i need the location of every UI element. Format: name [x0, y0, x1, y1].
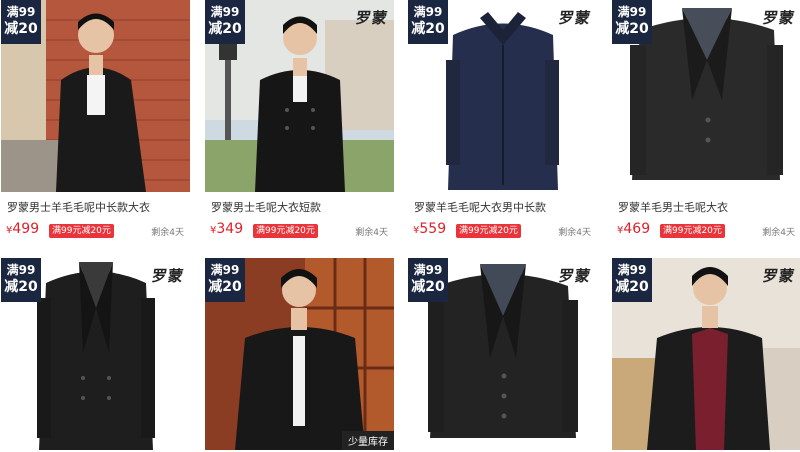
discount-badge: 满99 减20	[1, 0, 41, 44]
product-price: ¥499	[6, 221, 40, 237]
discount-badge: 满99 减20	[205, 0, 245, 44]
product-title[interactable]: 罗蒙羊毛男士毛呢大衣	[618, 199, 728, 215]
discount-badge: 满99 减20	[205, 258, 245, 302]
product-image[interactable]: 满99 减20	[1, 0, 190, 192]
product-image[interactable]: 满99 减20 罗蒙	[1, 258, 190, 450]
time-remaining: 剩余4天	[355, 228, 388, 238]
brand-logo: 罗蒙	[557, 267, 593, 285]
low-stock-label: 少量库存	[342, 431, 394, 450]
product-title[interactable]: 罗蒙男士羊毛毛呢中长款大衣	[7, 199, 150, 215]
discount-badge: 满99 减20	[612, 258, 652, 302]
promo-tag: 满99元减20元	[456, 224, 521, 238]
time-remaining: 剩余4天	[762, 228, 795, 238]
promo-tag: 满99元减20元	[660, 224, 725, 238]
product-title[interactable]: 罗蒙羊毛毛呢大衣男中长款	[414, 199, 546, 215]
promo-tag: 满99元减20元	[253, 224, 318, 238]
time-remaining: 剩余4天	[558, 228, 591, 238]
product-title[interactable]: 罗蒙男士毛呢大衣短款	[211, 199, 321, 215]
brand-logo: 罗蒙	[150, 267, 186, 285]
product-price: ¥349	[210, 221, 244, 237]
discount-badge: 满99 减20	[612, 0, 652, 44]
product-image[interactable]: 满99 减20 罗蒙	[612, 0, 800, 192]
brand-logo: 罗蒙	[761, 267, 797, 285]
product-price: ¥469	[617, 221, 651, 237]
product-price: ¥559	[413, 221, 447, 237]
product-image[interactable]: 满99 减20 少量库存	[205, 258, 394, 450]
time-remaining: 剩余4天	[151, 228, 184, 238]
brand-logo: 罗蒙	[761, 9, 797, 27]
discount-badge: 满99 减20	[408, 0, 448, 44]
brand-logo: 罗蒙	[354, 9, 390, 27]
product-image[interactable]: 满99 减20 罗蒙	[612, 258, 800, 450]
discount-badge: 满99 减20	[1, 258, 41, 302]
product-image[interactable]: 满99 减20 罗蒙	[408, 0, 597, 192]
product-image[interactable]: 满99 减20 罗蒙	[205, 0, 394, 192]
product-image[interactable]: 满99 减20 罗蒙	[408, 258, 597, 450]
brand-logo: 罗蒙	[557, 9, 593, 27]
promo-tag: 满99元减20元	[49, 224, 114, 238]
discount-badge: 满99 减20	[408, 258, 448, 302]
